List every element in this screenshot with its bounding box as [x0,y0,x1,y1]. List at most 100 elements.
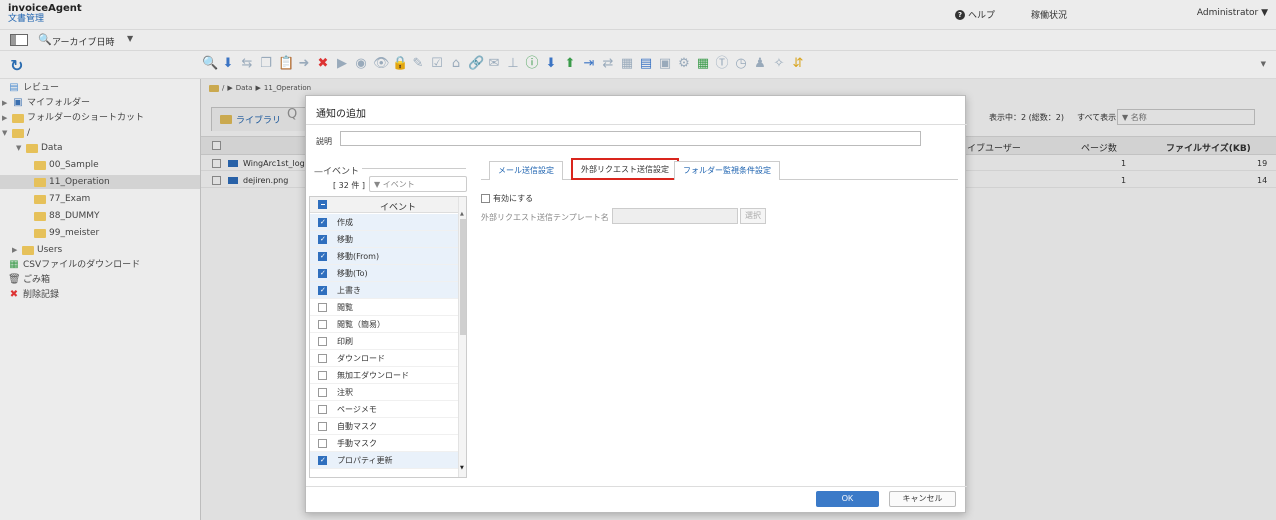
search-icon[interactable]: 🔍 [202,56,218,72]
event-row[interactable]: 注釈 [310,384,458,401]
tree-item-trash[interactable]: 🗑 ごみ箱 [8,273,50,287]
expand-arrow-icon[interactable]: ▶ [12,243,19,257]
event-row[interactable]: 手動マスク [310,435,458,452]
ok-button[interactable]: OK [816,491,879,507]
info-icon[interactable]: ⓘ [525,56,539,72]
help-link[interactable]: ? ヘルプ [955,8,995,21]
event-checkbox[interactable] [318,371,327,380]
scroll-up-icon[interactable]: ▲ [460,211,464,217]
panel-toggle-icon[interactable] [10,34,28,46]
history-icon[interactable]: ◷ [734,56,748,72]
event-row[interactable]: 印刷 [310,333,458,350]
import-icon[interactable]: ⬇ [221,56,235,72]
settings-icon[interactable]: ⚙ [677,56,691,72]
tree-item-users[interactable]: ▶ Users [12,243,62,257]
tree-item-shortcuts[interactable]: ▶ フォルダーのショートカット [2,111,144,125]
archive-date-label[interactable]: アーカイブ日時 [52,35,114,48]
edit-icon[interactable]: ✎ [411,56,425,72]
collapse-arrow-icon[interactable]: ▼ [16,141,23,155]
barcode-icon[interactable]: ▤ [639,56,653,72]
description-input[interactable] [340,131,921,146]
tree-item-99-meister[interactable]: 99_meister [34,226,99,240]
event-checkbox[interactable] [318,320,327,329]
event-row[interactable]: 移動(From) [310,248,458,265]
event-row[interactable]: ダウンロード [310,350,458,367]
event-checkbox[interactable] [318,265,327,282]
tree-item-my-folder[interactable]: ▶ ▣ マイフォルダー [2,96,90,110]
check-icon[interactable]: ☑ [430,56,444,72]
event-checkbox[interactable] [318,452,327,469]
share-icon[interactable]: ⇆ [240,56,254,72]
enable-checkbox[interactable]: 有効にする [481,193,533,204]
export-icon[interactable]: ⇥ [582,56,596,72]
user-menu[interactable]: Administrator ▼ [1197,8,1268,18]
tree-item-88-dummy[interactable]: 88_DUMMY [34,209,100,223]
play-icon[interactable]: ▶ [335,56,349,72]
link-icon[interactable]: 🔗 [468,56,484,72]
events-select-all-checkbox[interactable] [318,200,327,209]
tree-item-77-exam[interactable]: 77_Exam [34,192,90,206]
upload-icon[interactable]: ⬆ [563,56,577,72]
move-icon[interactable]: ➜ [297,56,311,72]
select-template-button[interactable]: 選択 [740,208,766,224]
tab-mail-settings[interactable]: メール送信設定 [489,161,563,180]
event-row[interactable]: 移動(To) [310,265,458,282]
event-row[interactable]: 上書き [310,282,458,299]
expand-arrow-icon[interactable]: ▶ [2,111,9,125]
tree-item-data[interactable]: ▼ Data [16,141,63,155]
event-checkbox[interactable] [318,439,327,448]
scroll-down-icon[interactable]: ▼ [460,465,464,471]
event-checkbox[interactable] [318,422,327,431]
event-row[interactable]: 移動 [310,231,458,248]
event-row[interactable]: 無加工ダウンロード [310,367,458,384]
enable-checkbox-box[interactable] [481,194,490,203]
chevron-down-icon[interactable]: ▼ [127,34,133,43]
ocr-icon[interactable]: ▣ [658,56,672,72]
scrollbar-thumb[interactable] [460,219,466,335]
toolbar-more-icon[interactable]: ▼ [1261,60,1266,68]
event-checkbox[interactable] [318,214,327,231]
tree-item-csv-download[interactable]: ▦ CSVファイルのダウンロード [8,258,140,272]
event-row[interactable]: ページメモ [310,401,458,418]
compare-icon[interactable]: ▦ [620,56,634,72]
mail-icon[interactable]: ✉ [487,56,501,72]
archive-search-icon[interactable]: 🔍 [38,33,52,46]
event-checkbox[interactable] [318,354,327,363]
view-icon[interactable]: 👁 [373,56,390,72]
event-checkbox[interactable] [318,388,327,397]
event-checkbox[interactable] [318,303,327,312]
tree-item-review[interactable]: ▤ レビュー [8,81,59,95]
event-checkbox[interactable] [318,231,327,248]
text-icon[interactable]: Ⓣ [715,56,729,72]
tab-external-request-settings[interactable]: 外部リクエスト送信設定 [571,158,679,180]
event-row[interactable]: プロパティ更新 [310,452,458,469]
events-filter-input[interactable]: ▼ イベント [369,176,467,192]
event-row[interactable]: 作成 [310,214,458,231]
tree-item-11-operation[interactable]: 11_Operation [0,175,200,189]
user-icon[interactable]: ♟ [753,56,767,72]
calendar-icon[interactable]: ▦ [696,56,710,72]
tree-item-00-sample[interactable]: 00_Sample [34,158,99,172]
event-checkbox[interactable] [318,337,327,346]
split-icon[interactable]: ⊥ [506,56,520,72]
lock-icon[interactable]: 🔒 [392,56,408,72]
delete-icon[interactable]: ✖ [316,56,330,72]
copy-icon[interactable]: ❐ [259,56,273,72]
event-checkbox[interactable] [318,282,327,299]
tree-item-delete-log[interactable]: ✖ 削除記録 [8,288,59,302]
stamp-icon[interactable]: ◉ [354,56,368,72]
event-checkbox[interactable] [318,248,327,265]
event-checkbox[interactable] [318,405,327,414]
events-scrollbar[interactable]: ▲ ▼ [458,197,466,477]
event-row[interactable]: 閲覧（簡易） [310,316,458,333]
expand-arrow-icon[interactable]: ▶ [2,96,9,110]
transfer-icon[interactable]: ⇵ [791,56,805,72]
download-icon[interactable]: ⬇ [544,56,558,72]
notify-icon[interactable]: ✧ [772,56,786,72]
refresh-icon[interactable]: ↻ [10,56,23,75]
convert-icon[interactable]: ⇄ [601,56,615,72]
tree-item-root[interactable]: ▼ / [2,126,30,140]
paste-icon[interactable]: 📋 [278,56,294,72]
cancel-button[interactable]: キャンセル [889,491,956,507]
tab-folder-watch-settings[interactable]: フォルダー監視条件設定 [674,161,780,180]
